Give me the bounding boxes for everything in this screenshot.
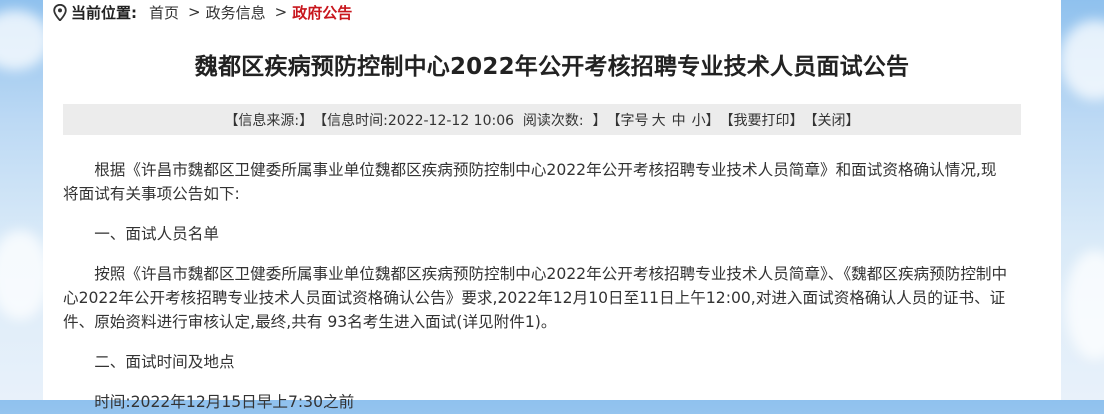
print-button[interactable]: 【我要打印】 <box>720 110 804 130</box>
body-paragraph: 时间:2022年12月15日早上7:30之前 <box>94 393 355 411</box>
font-size-small-button[interactable]: 小】 <box>692 110 720 130</box>
font-size-large-button[interactable]: 大 <box>652 110 666 130</box>
body-paragraph: 根据《许昌市魏都区卫健委所属事业单位魏都区疾病预防控制中心2022年公开考核招聘… <box>63 161 997 203</box>
font-size-label: 【字号 <box>606 112 649 129</box>
section-heading: 一、面试人员名单 <box>94 225 219 243</box>
breadcrumb-separator: > <box>188 3 201 21</box>
breadcrumb-current-link[interactable]: 政府公告 <box>292 2 352 23</box>
breadcrumb-home-link[interactable]: 首页 <box>149 2 179 23</box>
article-page: 当前位置: 首页 > 政务信息 > 政府公告 魏都区疾病预防控制中心2022年公… <box>43 0 1061 411</box>
breadcrumb: 当前位置: 首页 > 政务信息 > 政府公告 <box>53 1 352 23</box>
sky-cloud <box>1060 20 1104 100</box>
info-time-views: 【信息时间:2022-12-12 10:06 阅读次数: 】 <box>313 112 607 129</box>
breadcrumb-label: 当前位置: <box>71 3 137 22</box>
font-size-medium-button[interactable]: 中 <box>672 110 686 130</box>
close-button[interactable]: 【关闭】 <box>804 110 860 130</box>
sky-cloud <box>1065 250 1104 360</box>
location-pin-icon <box>53 3 67 21</box>
section-heading: 二、面试时间及地点 <box>94 353 235 371</box>
article-info-bar: 【信息来源:】 【信息时间:2022-12-12 10:06 阅读次数: 】 【… <box>63 104 1021 135</box>
info-source: 【信息来源:】 <box>224 112 314 129</box>
body-paragraph: 按照《许昌市魏都区卫健委所属事业单位魏都区疾病预防控制中心2022年公开考核招聘… <box>63 265 1008 331</box>
breadcrumb-section-link[interactable]: 政务信息 <box>206 2 266 23</box>
article-body: 根据《许昌市魏都区卫健委所属事业单位魏都区疾病预防控制中心2022年公开考核招聘… <box>63 158 1011 414</box>
breadcrumb-separator: > <box>274 3 288 21</box>
article-title: 魏都区疾病预防控制中心2022年公开考核招聘专业技术人员面试公告 <box>194 54 910 80</box>
